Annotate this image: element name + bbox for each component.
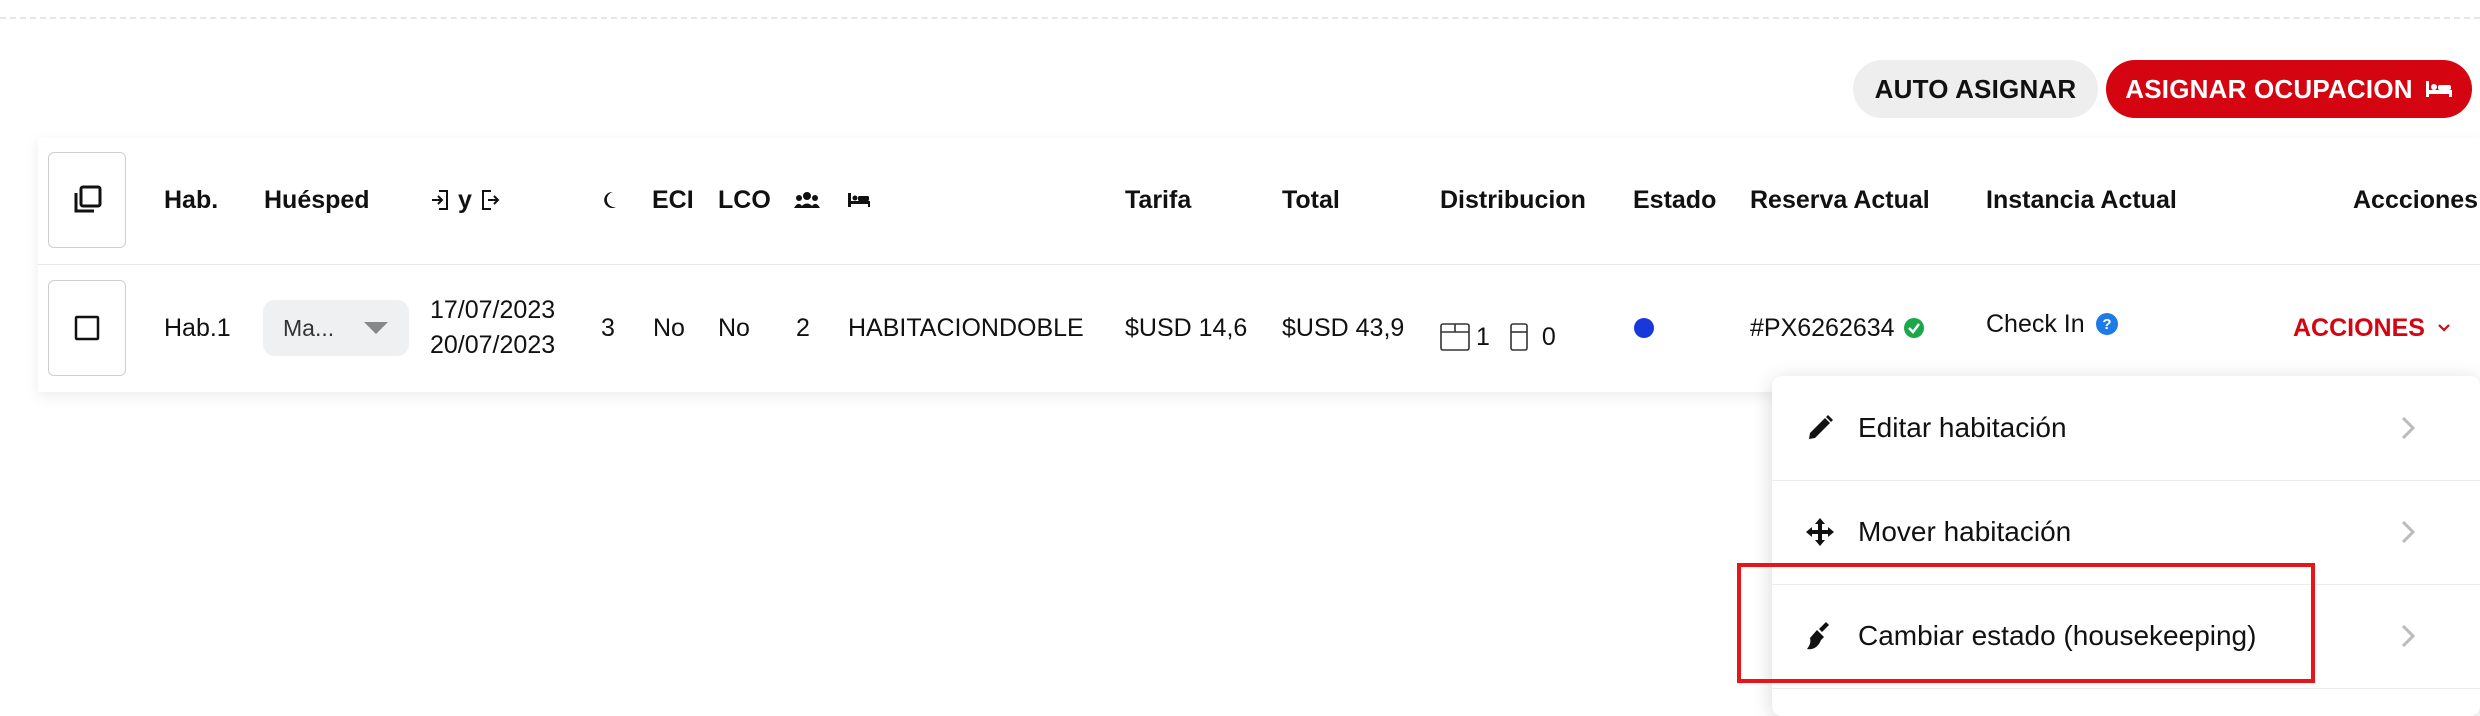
people-icon xyxy=(794,180,820,220)
chevron-down-icon xyxy=(2437,323,2451,333)
booking-code: #PX6262634 xyxy=(1750,313,1895,342)
single-bed-count: 0 xyxy=(1541,323,1556,351)
header-actions: Accciones xyxy=(2353,185,2479,214)
header-dates-joiner: y xyxy=(458,185,472,214)
header-dates: y xyxy=(430,180,500,220)
rate-value: $USD 14,6 xyxy=(1125,313,1248,342)
chevron-right-icon xyxy=(2400,623,2416,649)
lco-value: No xyxy=(718,313,750,342)
guest-select-value: Ma... xyxy=(283,314,335,341)
menu-divider xyxy=(1772,688,2480,689)
menu-item-edit-room[interactable]: Editar habitación xyxy=(1772,376,2480,480)
svg-text:?: ? xyxy=(2102,316,2111,333)
current-instance: Check In ? xyxy=(1986,304,2119,344)
checkin-date: 17/07/2023 xyxy=(430,296,556,324)
header-distribution: Distribucion xyxy=(1440,185,1586,214)
checkout-date: 20/07/2023 xyxy=(430,331,556,359)
auto-assign-button[interactable]: AUTO ASIGNAR xyxy=(1853,60,2098,118)
header-room: Hab. xyxy=(164,185,219,214)
auto-assign-label: AUTO ASIGNAR xyxy=(1874,73,2077,104)
guest-select[interactable]: Ma... xyxy=(263,300,409,356)
select-all-button[interactable] xyxy=(48,152,126,248)
highlight-annotation xyxy=(1737,563,2315,683)
status-indicator xyxy=(1634,308,1654,348)
instance-value: Check In xyxy=(1986,309,2085,338)
people-count: 2 xyxy=(796,313,810,342)
assign-occupancy-label: ASIGNAR OCUPACION xyxy=(2125,73,2413,104)
current-booking[interactable]: #PX6262634 xyxy=(1750,308,1925,348)
eci-value: No xyxy=(653,313,685,342)
bed-icon xyxy=(2425,79,2453,99)
header-rate: Tarifa xyxy=(1125,185,1192,214)
distribution-value: 1 0 xyxy=(1440,306,1556,352)
moon-icon xyxy=(602,180,618,220)
room-name: Hab.1 xyxy=(164,313,231,342)
help-icon[interactable]: ? xyxy=(2095,312,2119,336)
pencil-icon xyxy=(1802,410,1838,446)
actions-dropdown-toggle[interactable]: ACCIONES xyxy=(2293,308,2451,348)
double-bed-icon xyxy=(1440,322,1470,352)
chevron-right-icon xyxy=(2400,415,2416,441)
total-value: $USD 43,9 xyxy=(1282,313,1405,342)
logout-icon xyxy=(480,189,500,211)
single-bed-icon xyxy=(1510,322,1528,352)
row-select-checkbox[interactable] xyxy=(48,280,126,376)
caret-down-icon xyxy=(363,321,389,335)
chevron-right-icon xyxy=(2400,519,2416,545)
header-total: Total xyxy=(1282,185,1340,214)
header-lco: LCO xyxy=(718,185,771,214)
login-icon xyxy=(430,189,450,211)
header-eci: ECI xyxy=(652,185,694,214)
move-icon xyxy=(1802,514,1838,550)
actions-label: ACCIONES xyxy=(2293,313,2425,342)
header-current-instance: Instancia Actual xyxy=(1986,185,2177,214)
status-dot xyxy=(1634,318,1654,338)
header-current-booking: Reserva Actual xyxy=(1750,185,1930,214)
header-guest: Huésped xyxy=(264,185,370,214)
checkbox-icon xyxy=(74,315,100,341)
nights-count: 3 xyxy=(601,313,615,342)
header-status: Estado xyxy=(1633,185,1717,214)
top-divider xyxy=(0,17,2480,19)
menu-item-edit-room-label: Editar habitación xyxy=(1858,412,2067,443)
bed-header-icon xyxy=(847,180,871,220)
rooms-table: Hab. Huésped y ECI LCO Tarifa Total Dist… xyxy=(38,138,2480,392)
select-all-icon xyxy=(71,184,103,216)
stay-dates: 17/07/2023 20/07/2023 xyxy=(430,290,555,366)
row-divider xyxy=(38,264,2480,265)
double-bed-count: 1 xyxy=(1476,323,1490,351)
check-circle-icon xyxy=(1903,317,1925,339)
assign-occupancy-button[interactable]: ASIGNAR OCUPACION xyxy=(2106,60,2472,118)
room-type: HABITACIONDOBLE xyxy=(848,313,1084,342)
menu-item-move-room-label: Mover habitación xyxy=(1858,516,2072,547)
